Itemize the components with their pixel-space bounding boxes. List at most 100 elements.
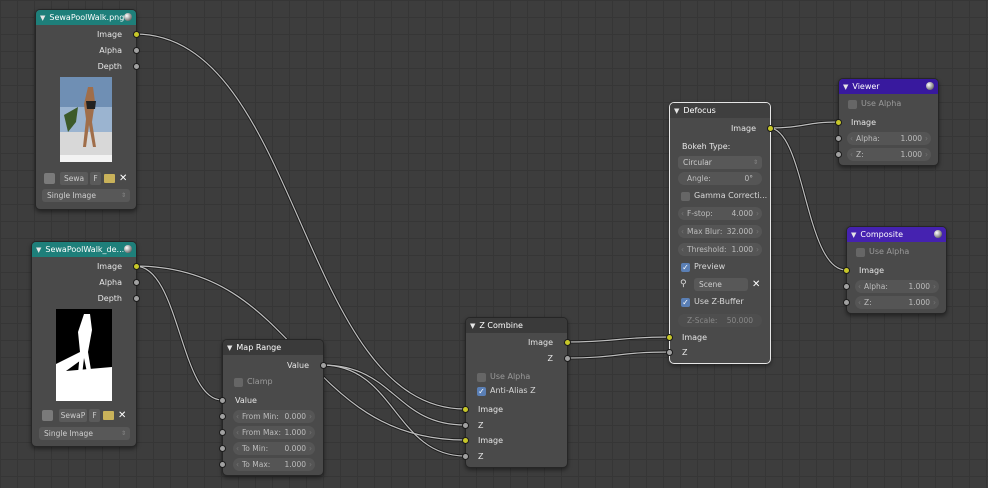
input-socket-image[interactable] (666, 334, 673, 341)
field-value: 1.000 (284, 460, 306, 469)
arrow-right-icon: › (309, 428, 312, 437)
map-range-node[interactable]: ▼ Map Range Value Clamp Value ‹ From Min… (219, 339, 327, 476)
max-blur-field[interactable]: ‹ Max Blur: 32.000 › (678, 225, 762, 238)
render-ball-icon[interactable] (934, 230, 942, 238)
viewer-node[interactable]: ▼ Viewer Use Alpha Image ‹ Alpha: 1.000 … (835, 78, 939, 166)
bokeh-type-select[interactable]: Circular ⇕ (678, 156, 762, 169)
collapse-triangle-icon[interactable]: ▼ (36, 246, 41, 254)
gamma-correction-checkbox[interactable] (681, 192, 690, 201)
chevron-updown-icon: ⇕ (120, 192, 126, 199)
z-field[interactable]: ‹ Z: 1.000 › (855, 296, 939, 309)
node-header[interactable]: ▼ Viewer (839, 79, 938, 94)
fake-user-button[interactable]: F (89, 409, 100, 422)
field-value: 1.000 (731, 245, 753, 254)
folder-open-icon[interactable] (104, 174, 115, 183)
use-zbuffer-label: Use Z-Buffer (694, 297, 744, 306)
close-icon[interactable]: ✕ (118, 409, 126, 422)
render-ball-icon[interactable] (124, 13, 132, 21)
input-label: Image (478, 405, 504, 414)
image-node-1[interactable]: ▼ SewaPoolWalk.png Image Alpha Depth Sew… (35, 9, 140, 210)
output-socket-alpha[interactable] (133, 47, 140, 54)
source-select[interactable]: Single Image ⇕ (42, 189, 130, 202)
preview-checkbox[interactable]: ✓ (681, 263, 690, 272)
output-socket-depth[interactable] (133, 63, 140, 70)
output-socket-image[interactable] (564, 339, 571, 346)
output-socket-depth[interactable] (133, 295, 140, 302)
folder-open-icon[interactable] (103, 411, 114, 420)
defocus-node[interactable]: ▼ Defocus Image Bokeh Type: Circular ⇕ A… (666, 102, 774, 364)
input-socket-from-max[interactable] (219, 429, 226, 436)
z-field[interactable]: ‹ Z: 1.000 › (847, 148, 931, 161)
angle-field[interactable]: Angle: 0° (678, 172, 762, 185)
z-combine-node[interactable]: ▼ Z Combine Image Z Use Alpha ✓ Anti-Ali… (462, 317, 571, 468)
collapse-triangle-icon[interactable]: ▼ (470, 322, 475, 330)
use-alpha-checkbox[interactable] (477, 373, 486, 382)
node-header[interactable]: ▼ Map Range (223, 340, 323, 355)
composite-node[interactable]: ▼ Composite Use Alpha Image ‹ Alpha: 1.0… (843, 226, 947, 314)
node-title: SewaPoolWalk_de... (45, 245, 125, 254)
fstop-field[interactable]: ‹ F-stop: 4.000 › (678, 207, 762, 220)
image-name-field[interactable]: SewaP (59, 409, 87, 422)
scene-icon[interactable]: ⚲ (680, 279, 690, 289)
render-ball-icon[interactable] (926, 82, 934, 90)
input-socket-z[interactable] (666, 349, 673, 356)
output-socket-image[interactable] (767, 125, 774, 132)
input-socket-z-2[interactable] (462, 453, 469, 460)
image-name-field[interactable]: Sewa (60, 172, 88, 185)
node-header[interactable]: ▼ Defocus (670, 103, 770, 118)
use-zbuffer-checkbox[interactable]: ✓ (681, 298, 690, 307)
alpha-field[interactable]: ‹ Alpha: 1.000 › (847, 132, 931, 145)
fake-user-button[interactable]: F (90, 172, 101, 185)
use-alpha-checkbox[interactable] (856, 248, 865, 257)
collapse-triangle-icon[interactable]: ▼ (227, 344, 232, 352)
image-node-2[interactable]: ▼ SewaPoolWalk_de... Image Alpha Depth S… (31, 241, 140, 447)
render-ball-icon[interactable] (124, 245, 132, 253)
to-max-field[interactable]: ‹ To Max: 1.000 › (233, 458, 315, 471)
node-title: Defocus (683, 106, 716, 115)
collapse-triangle-icon[interactable]: ▼ (674, 107, 679, 115)
to-min-field[interactable]: ‹ To Min: 0.000 › (233, 442, 315, 455)
use-alpha-checkbox[interactable] (848, 100, 857, 109)
alpha-field[interactable]: ‹ Alpha: 1.000 › (855, 280, 939, 293)
collapse-triangle-icon[interactable]: ▼ (843, 83, 848, 91)
input-socket-z[interactable] (835, 151, 842, 158)
input-socket-from-min[interactable] (219, 413, 226, 420)
node-header[interactable]: ▼ SewaPoolWalk_de... (32, 242, 136, 257)
input-socket-z[interactable] (843, 299, 850, 306)
input-socket-alpha[interactable] (843, 283, 850, 290)
input-socket-image[interactable] (835, 119, 842, 126)
collapse-triangle-icon[interactable]: ▼ (851, 231, 856, 239)
image-browse-icon[interactable] (44, 173, 55, 184)
node-header[interactable]: ▼ Composite (847, 227, 946, 242)
field-label: Alpha: (864, 282, 888, 291)
close-icon[interactable]: ✕ (119, 172, 127, 185)
scene-select[interactable]: Scene (694, 278, 748, 291)
node-header[interactable]: ▼ Z Combine (466, 318, 567, 333)
input-socket-image-2[interactable] (462, 437, 469, 444)
input-socket-z-1[interactable] (462, 422, 469, 429)
input-socket-to-max[interactable] (219, 461, 226, 468)
output-socket-alpha[interactable] (133, 279, 140, 286)
node-header[interactable]: ▼ SewaPoolWalk.png (36, 10, 136, 25)
field-value: 0.000 (284, 412, 306, 421)
output-socket-image[interactable] (133, 263, 140, 270)
output-label: Depth (97, 294, 122, 303)
input-socket-value[interactable] (219, 397, 226, 404)
input-socket-to-min[interactable] (219, 445, 226, 452)
output-socket-value[interactable] (320, 362, 327, 369)
from-max-field[interactable]: ‹ From Max: 1.000 › (233, 426, 315, 439)
collapse-triangle-icon[interactable]: ▼ (40, 14, 45, 22)
anti-alias-checkbox[interactable]: ✓ (477, 387, 486, 396)
input-socket-image-1[interactable] (462, 406, 469, 413)
source-select[interactable]: Single Image ⇕ (39, 427, 130, 440)
output-socket-z[interactable] (564, 355, 571, 362)
threshold-field[interactable]: ‹ Threshold: 1.000 › (678, 243, 762, 256)
input-socket-image[interactable] (843, 267, 850, 274)
clamp-checkbox[interactable] (234, 378, 243, 387)
output-socket-image[interactable] (133, 31, 140, 38)
from-min-field[interactable]: ‹ From Min: 0.000 › (233, 410, 315, 423)
input-socket-alpha[interactable] (835, 135, 842, 142)
zscale-field[interactable]: Z-Scale: 50.000 (678, 314, 762, 327)
image-browse-icon[interactable] (42, 410, 53, 421)
close-icon[interactable]: ✕ (752, 278, 760, 291)
